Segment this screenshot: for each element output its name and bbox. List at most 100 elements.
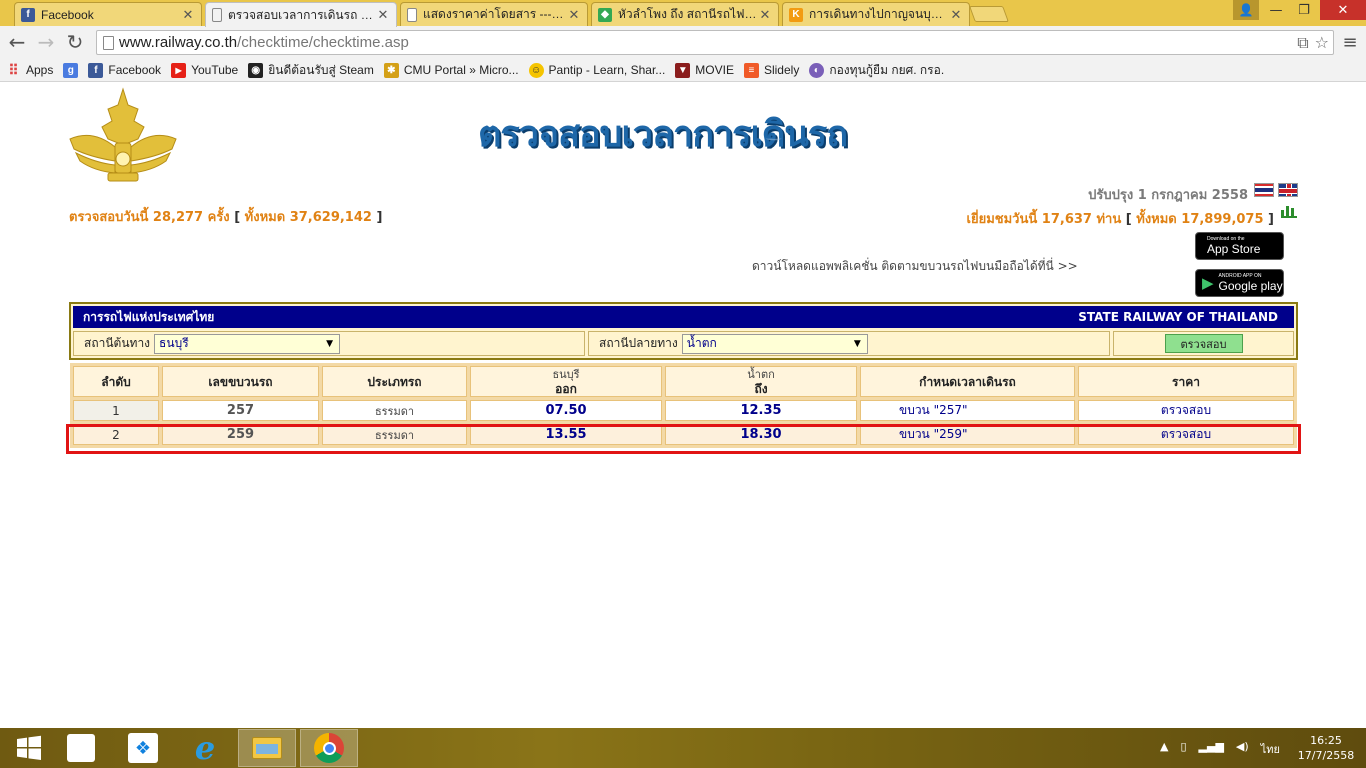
- bookmark-slidely[interactable]: ≡ Slidely: [743, 62, 799, 78]
- page-icon: [407, 7, 417, 22]
- row-schedule-link[interactable]: ขบวน "257": [860, 400, 1075, 421]
- destination-label: สถานีปลายทาง: [599, 336, 678, 350]
- check-total: ทั้งหมด 37,629,142: [244, 210, 372, 225]
- origin-select[interactable]: ธนบุรี ▼: [154, 333, 341, 354]
- new-tab-button[interactable]: [969, 6, 1009, 22]
- table-row: 1 257 ธรรมดา 07.50 12.35 ขบวน "257" ตรวจ…: [73, 400, 1294, 421]
- restore-button[interactable]: ❐: [1290, 0, 1318, 20]
- col-depart: ธนบุรี ออก: [470, 366, 662, 397]
- bookmark-google-plus[interactable]: g: [63, 62, 79, 78]
- col-price: ราคา: [1078, 366, 1294, 397]
- tab-title: หัวลำโพง ถึง สถานีรถไฟธนบุรี: [618, 7, 758, 21]
- file-explorer-icon[interactable]: [238, 729, 296, 767]
- row-depart: 13.55: [470, 424, 662, 445]
- reload-icon[interactable]: ↻: [63, 30, 87, 54]
- tab-checktime[interactable]: ตรวจสอบเวลาการเดินรถ การร ✕: [205, 2, 397, 27]
- row-train: 257: [162, 400, 319, 421]
- row-schedule-link[interactable]: ขบวน "259": [860, 424, 1075, 445]
- col-train: เลขขบวนรถ: [162, 366, 319, 397]
- windows-taskbar: ❖ e ▲ ▯ ▂▄▆ ◀) ไทย 16:25 17/7/2558: [0, 728, 1366, 768]
- volume-icon[interactable]: ◀): [1236, 740, 1249, 758]
- bookmark-label: กองทุนกู้ยืม กยศ. กรอ.: [829, 62, 945, 77]
- address-bar[interactable]: www.railway.co.th/checktime/checktime.as…: [96, 30, 1334, 55]
- depart-station: ธนบุรี: [552, 368, 580, 381]
- page-content: ตรวจสอบเวลาการเดินรถ ตรวจสอบเวลาการเดินร…: [0, 83, 1366, 728]
- bookmark-label: CMU Portal » Micro...: [403, 63, 519, 77]
- search-panel: การรถไฟแห่งประเทศไทย STATE RAILWAY OF TH…: [69, 302, 1298, 360]
- apps-grid-icon[interactable]: [52, 729, 110, 767]
- page-icon: [103, 36, 114, 50]
- close-window-button[interactable]: ✕: [1320, 0, 1366, 20]
- bookmark-apps[interactable]: ⠿ Apps: [6, 62, 54, 78]
- tab-kanchanaburi[interactable]: K การเดินทางไปกาญจนบุรี ด้วยร ✕: [782, 2, 970, 26]
- bookmark-cmu-portal[interactable]: ✱ CMU Portal » Micro...: [383, 62, 519, 78]
- tab-maps[interactable]: ◆ หัวลำโพง ถึง สถานีรถไฟธนบุรี ✕: [591, 2, 779, 26]
- close-icon[interactable]: ✕: [181, 7, 195, 23]
- check-button[interactable]: ตรวจสอบ: [1164, 334, 1243, 353]
- visit-counter: เยี่ยมชมวันนี้ 17,637 ท่าน [ ทั้งหมด 17,…: [966, 212, 1274, 227]
- cmu-icon: ✱: [383, 62, 399, 78]
- dropbox-icon[interactable]: ❖: [114, 729, 172, 767]
- tab-fare[interactable]: แสดงราคาค่าโดยสาร ---> กา ✕: [400, 2, 588, 26]
- stats-chart-icon[interactable]: [1281, 204, 1297, 218]
- close-icon[interactable]: ✕: [376, 7, 390, 23]
- bookmark-label: Pantip - Learn, Shar...: [548, 63, 666, 77]
- bookmark-facebook[interactable]: f Facebook: [88, 62, 161, 78]
- row-price-link[interactable]: ตรวจสอบ: [1078, 424, 1294, 445]
- bookmark-steam[interactable]: ◉ ยินดีต้อนรับสู่ Steam: [248, 61, 374, 80]
- check-counter: ตรวจสอบวันนี้ 28,277 ครั้ง [ ทั้งหมด 37,…: [69, 210, 383, 225]
- bookmark-label: Apps: [26, 63, 54, 77]
- start-icon[interactable]: [0, 729, 58, 767]
- check-today: ตรวจสอบวันนี้ 28,277 ครั้ง: [69, 210, 230, 225]
- pantip-icon: ☺: [528, 62, 544, 78]
- destination-value: น้ำตก: [686, 336, 717, 350]
- forward-icon[interactable]: →: [34, 30, 58, 54]
- url-path: /checktime/checktime.asp: [237, 34, 409, 51]
- close-icon[interactable]: ✕: [949, 7, 963, 23]
- row-price-link[interactable]: ตรวจสอบ: [1078, 400, 1294, 421]
- signal-icon[interactable]: ▂▄▆: [1199, 740, 1224, 758]
- battery-icon[interactable]: ▯: [1180, 740, 1186, 758]
- row-train: 259: [162, 424, 319, 445]
- system-tray: ▲ ▯ ▂▄▆ ◀) ไทย: [1160, 740, 1280, 758]
- user-icon[interactable]: 👤: [1233, 0, 1259, 20]
- minimize-button[interactable]: —: [1262, 0, 1290, 20]
- destination-select[interactable]: น้ำตก ▼: [681, 333, 868, 354]
- tray-expand-icon[interactable]: ▲: [1160, 740, 1168, 758]
- google-play-button[interactable]: ▶ ANDROID APP ON Google play: [1195, 269, 1284, 297]
- origin-label: สถานีต้นทาง: [84, 336, 151, 350]
- bookmark-movie[interactable]: ▼ MOVIE: [675, 62, 734, 78]
- chrome-menu-icon[interactable]: ≡: [1340, 32, 1360, 53]
- translate-icon[interactable]: ⧉: [1297, 33, 1308, 53]
- col-arrive: น้ำตก ถึง: [665, 366, 857, 397]
- panel-title-th: การรถไฟแห่งประเทศไทย: [83, 309, 215, 324]
- bookmark-pantip[interactable]: ☺ Pantip - Learn, Shar...: [528, 62, 666, 78]
- submit-cell: ตรวจสอบ: [1113, 331, 1294, 356]
- uk-flag-icon[interactable]: [1278, 183, 1298, 197]
- row-type: ธรรมดา: [322, 424, 467, 445]
- row-no: 1: [73, 400, 159, 421]
- thai-flag-icon[interactable]: [1254, 183, 1274, 197]
- google-play-icon: ▶: [1202, 274, 1214, 292]
- language-indicator[interactable]: ไทย: [1261, 740, 1280, 758]
- tab-title: แสดงราคาค่าโดยสาร ---> กา: [423, 7, 567, 21]
- clock[interactable]: 16:25 17/7/2558: [1296, 733, 1356, 763]
- col-no: ลำดับ: [73, 366, 159, 397]
- row-type: ธรรมดา: [322, 400, 467, 421]
- bookmark-star-icon[interactable]: ☆: [1315, 33, 1329, 53]
- internet-explorer-icon[interactable]: e: [176, 729, 234, 767]
- origin-value: ธนบุรี: [159, 336, 189, 350]
- row-arrive: 12.35: [665, 400, 857, 421]
- close-icon[interactable]: ✕: [758, 7, 772, 23]
- googleplay-label: Google play: [1218, 279, 1283, 293]
- bookmark-student-fund[interactable]: ◐ กองทุนกู้ยืม กยศ. กรอ.: [809, 61, 944, 80]
- app-store-button[interactable]: Download on the App Store: [1195, 232, 1284, 260]
- bookmark-youtube[interactable]: ▶ YouTube: [171, 62, 238, 78]
- col-schedule: กำหนดเวลาเดินรถ: [860, 366, 1075, 397]
- origin-cell: สถานีต้นทาง ธนบุรี ▼: [73, 331, 585, 356]
- browser-toolbar: ← → ↻ www.railway.co.th/checktime/checkt…: [0, 26, 1366, 59]
- chrome-icon[interactable]: [300, 729, 358, 767]
- back-icon[interactable]: ←: [5, 30, 29, 54]
- close-icon[interactable]: ✕: [567, 7, 581, 23]
- tab-facebook[interactable]: f Facebook ✕: [14, 2, 202, 26]
